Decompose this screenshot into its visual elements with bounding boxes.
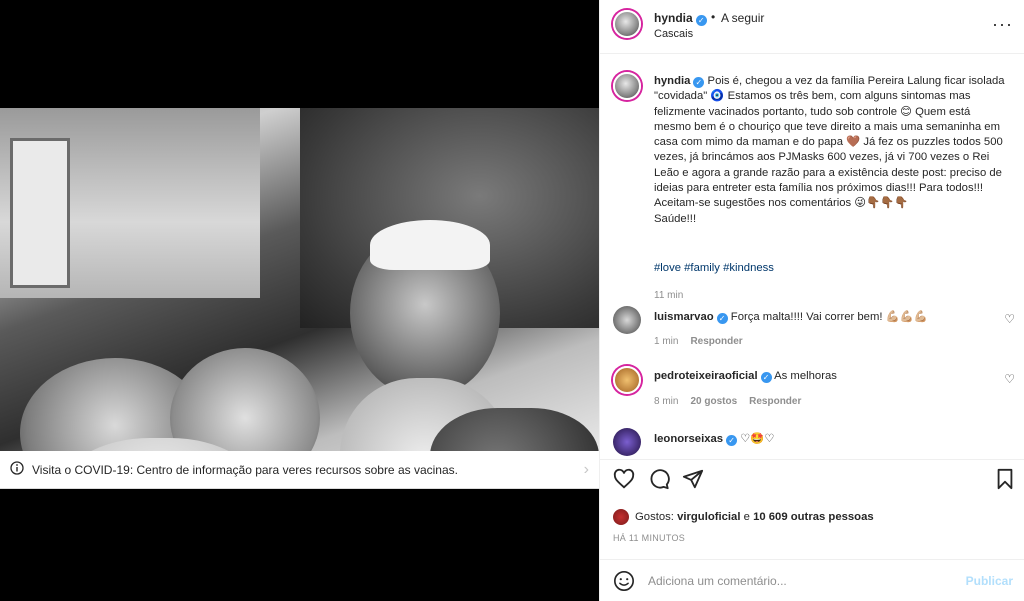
comment-composer: Publicar	[600, 559, 1024, 601]
heart-icon[interactable]	[613, 468, 635, 494]
chevron-right-icon: ›	[583, 460, 589, 478]
comment-time: 8 min	[654, 396, 679, 407]
first-liker[interactable]: virguloficial	[677, 511, 740, 523]
heart-icon[interactable]: ♡	[1004, 372, 1015, 386]
post-header: hyndia ✓ • A seguir Cascais ···	[600, 0, 1024, 54]
covid-banner-text: Visita o COVID-19: Centro de informação …	[32, 462, 458, 477]
posted-timestamp: HÁ 11 MINUTOS	[613, 533, 686, 543]
post-details-panel: hyndia ✓ • A seguir Cascais ··· hyndia ✓ P…	[599, 0, 1024, 601]
commenter-username[interactable]: leonorseixas	[654, 433, 723, 445]
comment-text: Força malta!!!! Vai correr bem! 💪🏼💪🏼💪🏼	[730, 311, 928, 323]
verified-icon: ✓	[716, 313, 728, 324]
author-avatar[interactable]	[613, 10, 641, 38]
comment-likes[interactable]: 20 gostos	[690, 396, 737, 407]
liker-avatar	[613, 509, 629, 525]
caption-time: 11 min	[654, 290, 684, 301]
media-panel: Visita o COVID-19: Centro de informação …	[0, 0, 599, 601]
commenter-username[interactable]: luismarvao	[654, 311, 714, 323]
following-button[interactable]: A seguir	[721, 11, 764, 25]
caption-username[interactable]: hyndia	[654, 75, 690, 87]
commenter-avatar[interactable]	[613, 366, 641, 394]
smile-icon[interactable]	[613, 570, 635, 598]
comments-list[interactable]: hyndia ✓ Pois é, chegou a vez da família …	[600, 55, 1024, 459]
likes-summary[interactable]: Gostos: virguloficial e 10 609 outras pe…	[613, 509, 874, 525]
caption-hashtags[interactable]: #love #family #kindness	[654, 262, 774, 274]
likes-connector: e	[743, 511, 750, 523]
heart-icon[interactable]: ♡	[1004, 312, 1015, 326]
comment-input[interactable]	[648, 574, 948, 588]
commenter-username[interactable]: pedroteixeiraoficial	[654, 370, 758, 382]
share-icon[interactable]	[682, 468, 704, 494]
comment-text: ♡🤩♡	[740, 433, 775, 445]
caption-avatar[interactable]	[613, 72, 641, 100]
verified-icon: ✓	[695, 15, 707, 26]
other-likers[interactable]: 10 609 outras pessoas	[753, 511, 874, 523]
likes-prefix: Gostos:	[635, 511, 674, 523]
more-icon[interactable]: ···	[992, 14, 1013, 35]
separator-dot: •	[711, 10, 716, 24]
covid-info-banner[interactable]: Visita o COVID-19: Centro de informação …	[0, 451, 599, 489]
verified-icon: ✓	[726, 435, 738, 446]
post-location[interactable]: Cascais	[654, 28, 693, 40]
caption-body: Pois é, chegou a vez da família Pereira …	[654, 75, 1005, 210]
post-photo[interactable]	[0, 108, 599, 451]
comment-icon[interactable]	[648, 468, 670, 494]
commenter-avatar[interactable]	[613, 428, 641, 456]
reply-button[interactable]: Responder	[749, 396, 801, 407]
comment-text: As melhoras	[774, 370, 837, 382]
caption-sign-off: Saúde!!!	[654, 212, 697, 225]
caption-text: hyndia ✓ Pois é, chegou a vez da família …	[654, 74, 1008, 227]
bookmark-icon[interactable]	[995, 468, 1015, 494]
reply-button[interactable]: Responder	[690, 336, 742, 347]
verified-icon: ✓	[693, 77, 705, 88]
author-username[interactable]: hyndia ✓	[654, 11, 707, 26]
comment-time: 1 min	[654, 336, 679, 347]
commenter-avatar[interactable]	[613, 306, 641, 334]
verified-icon: ✓	[760, 372, 772, 383]
info-icon	[10, 461, 24, 478]
publish-button[interactable]: Publicar	[966, 574, 1013, 588]
action-bar	[600, 459, 1024, 501]
